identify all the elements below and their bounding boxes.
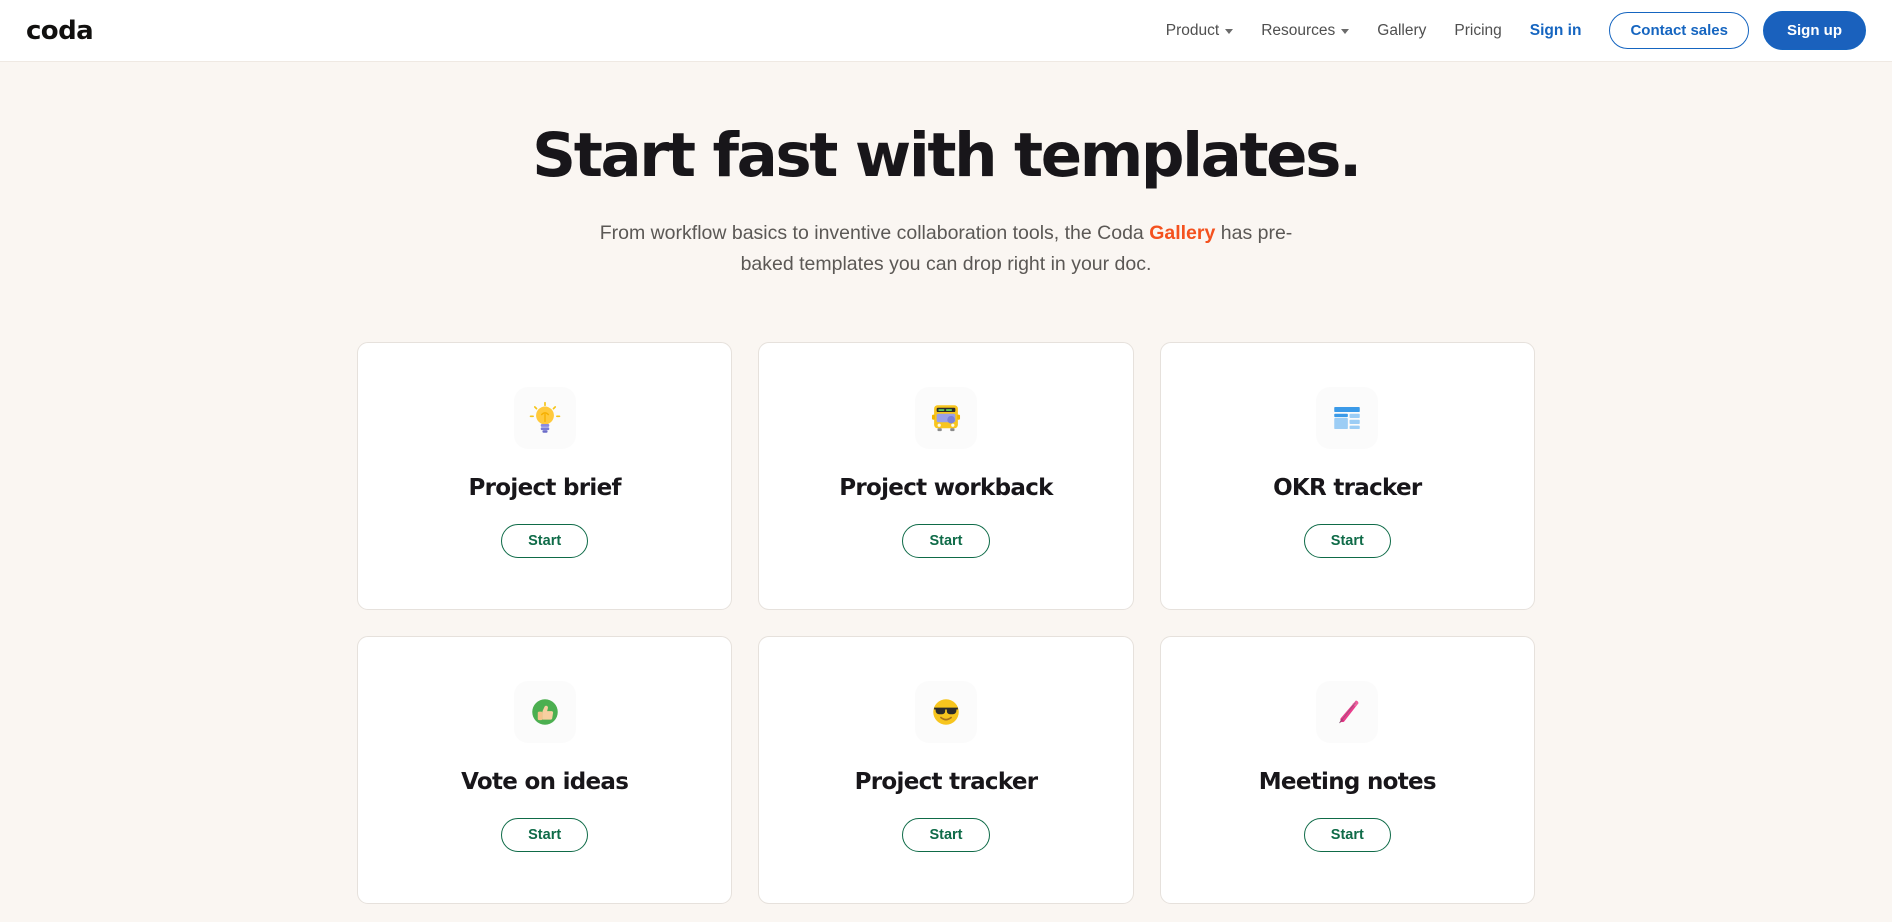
nav-item-sign-in[interactable]: Sign in: [1516, 16, 1596, 46]
start-button[interactable]: Start: [501, 818, 589, 853]
nav-item-resources[interactable]: Resources: [1247, 16, 1363, 46]
hero-subtitle: From workflow basics to inventive collab…: [576, 218, 1316, 280]
coda-logo[interactable]: coda: [26, 16, 94, 46]
sign-up-button[interactable]: Sign up: [1763, 11, 1866, 50]
template-card-project-workback[interactable]: Project workback Start: [758, 342, 1134, 611]
nav-item-label: Product: [1165, 21, 1220, 39]
nav-item-label: Gallery: [1377, 21, 1427, 39]
template-card-title: Meeting notes: [1258, 769, 1437, 796]
thumbs-up-icon: [513, 681, 576, 744]
nav-item-product[interactable]: Product: [1152, 16, 1247, 46]
contact-sales-button[interactable]: Contact sales: [1609, 12, 1749, 49]
sunglasses-face-icon: [914, 681, 977, 744]
dashboard-icon: [1316, 387, 1379, 450]
template-card-title: Vote on ideas: [461, 769, 629, 796]
template-card-title: Project tracker: [854, 769, 1038, 796]
site-header: coda Product Resources Gallery Pricing S…: [0, 0, 1892, 62]
template-card-title: Project workback: [839, 475, 1053, 502]
template-card-meeting-notes[interactable]: Meeting notes Start: [1159, 636, 1535, 905]
template-card-vote-on-ideas[interactable]: Vote on ideas Start: [357, 636, 733, 905]
bus-icon: [914, 387, 977, 450]
nav-item-gallery[interactable]: Gallery: [1363, 16, 1440, 46]
chevron-down-icon: [1341, 29, 1350, 34]
start-button[interactable]: Start: [902, 818, 990, 853]
main-navigation: Product Resources Gallery Pricing Sign i…: [1152, 11, 1866, 50]
template-card-project-brief[interactable]: Project brief Start: [357, 342, 733, 611]
page-title: Start fast with templates.: [532, 120, 1362, 191]
lightbulb-icon: [513, 387, 576, 450]
nav-item-label: Resources: [1261, 21, 1336, 39]
start-button[interactable]: Start: [1303, 524, 1391, 559]
nav-item-label: Pricing: [1454, 21, 1502, 39]
nav-item-label: Sign in: [1529, 21, 1582, 39]
chevron-down-icon: [1225, 29, 1234, 34]
template-card-project-tracker[interactable]: Project tracker Start: [758, 636, 1134, 905]
pen-icon: [1316, 681, 1379, 744]
start-button[interactable]: Start: [501, 524, 589, 559]
hero-section: Start fast with templates. From workflow…: [0, 62, 1892, 905]
start-button[interactable]: Start: [1303, 818, 1391, 853]
nav-item-pricing[interactable]: Pricing: [1440, 16, 1515, 46]
hero-subtitle-part-1: From workflow basics to inventive collab…: [599, 222, 1150, 245]
template-card-okr-tracker[interactable]: OKR tracker Start: [1159, 342, 1535, 611]
template-card-title: OKR tracker: [1273, 475, 1422, 502]
start-button[interactable]: Start: [902, 524, 990, 559]
template-card-title: Project brief: [468, 475, 622, 502]
template-card-grid: Project brief Start Project workback Sta…: [357, 342, 1535, 905]
gallery-link[interactable]: Gallery: [1149, 222, 1215, 244]
